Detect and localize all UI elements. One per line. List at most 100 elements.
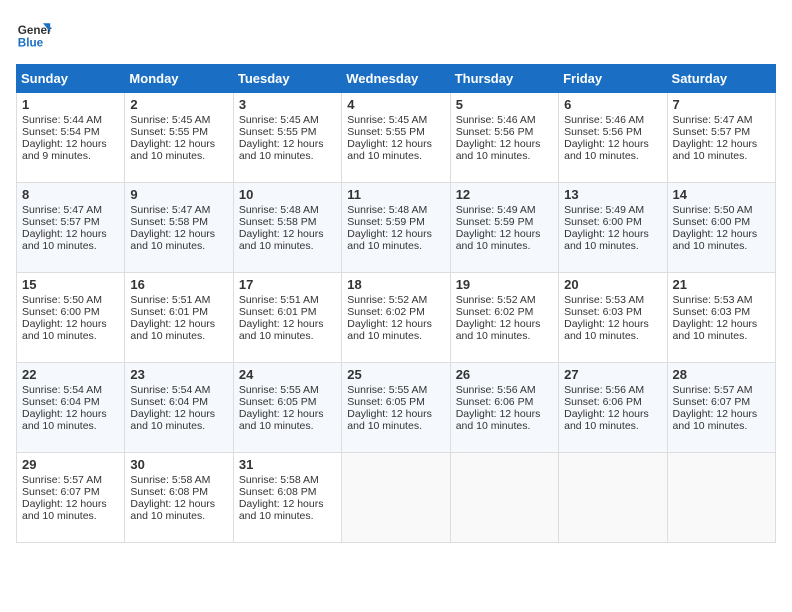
- calendar-week-4: 22Sunrise: 5:54 AMSunset: 6:04 PMDayligh…: [17, 363, 776, 453]
- sunrise: Sunrise: 5:56 AM: [456, 384, 536, 396]
- calendar-cell: 25Sunrise: 5:55 AMSunset: 6:05 PMDayligh…: [342, 363, 450, 453]
- sunset: Sunset: 6:06 PM: [564, 396, 642, 408]
- sunset: Sunset: 6:07 PM: [673, 396, 751, 408]
- calendar-cell: 16Sunrise: 5:51 AMSunset: 6:01 PMDayligh…: [125, 273, 233, 363]
- calendar-cell: 23Sunrise: 5:54 AMSunset: 6:04 PMDayligh…: [125, 363, 233, 453]
- calendar-cell: 20Sunrise: 5:53 AMSunset: 6:03 PMDayligh…: [559, 273, 667, 363]
- calendar-cell: 17Sunrise: 5:51 AMSunset: 6:01 PMDayligh…: [233, 273, 341, 363]
- daylight: Daylight: 12 hours and 10 minutes.: [564, 138, 649, 162]
- sunrise: Sunrise: 5:54 AM: [22, 384, 102, 396]
- day-number: 17: [239, 277, 336, 292]
- sunset: Sunset: 6:00 PM: [22, 306, 100, 318]
- daylight: Daylight: 12 hours and 10 minutes.: [347, 408, 432, 432]
- daylight: Daylight: 12 hours and 10 minutes.: [673, 318, 758, 342]
- sunset: Sunset: 6:05 PM: [239, 396, 317, 408]
- day-number: 31: [239, 457, 336, 472]
- calendar-week-5: 29Sunrise: 5:57 AMSunset: 6:07 PMDayligh…: [17, 453, 776, 543]
- page-header: General Blue: [16, 16, 776, 52]
- sunset: Sunset: 5:54 PM: [22, 126, 100, 138]
- calendar-cell: 6Sunrise: 5:46 AMSunset: 5:56 PMDaylight…: [559, 93, 667, 183]
- calendar-cell: 27 Sunrise: 5:56 AMSunset: 6:06 PMDayligh…: [559, 363, 667, 453]
- sunrise: Sunrise: 5:47 AM: [673, 114, 753, 126]
- sunrise: Sunrise: 5:55 AM: [347, 384, 427, 396]
- sunrise: Sunrise: 5:50 AM: [22, 294, 102, 306]
- day-number: 1: [22, 97, 119, 112]
- sunrise: Sunrise: 5:48 AM: [347, 204, 427, 216]
- sunrise: Sunrise: 5:45 AM: [239, 114, 319, 126]
- daylight: Daylight: 12 hours and 10 minutes.: [22, 498, 107, 522]
- daylight: Daylight: 12 hours and 10 minutes.: [456, 318, 541, 342]
- daylight: Daylight: 12 hours and 10 minutes.: [347, 228, 432, 252]
- sunrise: Sunrise: 5:49 AM: [456, 204, 536, 216]
- day-number: 27: [564, 367, 661, 382]
- calendar-week-3: 15 Sunrise: 5:50 AMSunset: 6:00 PM Dayligh…: [17, 273, 776, 363]
- day-number: 22: [22, 367, 119, 382]
- day-number: 28: [673, 367, 770, 382]
- day-number: 16: [130, 277, 227, 292]
- sunrise: Sunrise: 5:57 AM: [22, 474, 102, 486]
- daylight: Daylight: 12 hours and 10 minutes.: [22, 228, 107, 252]
- daylight: Daylight: 12 hours and 10 minutes.: [130, 498, 215, 522]
- daylight: Daylight: 12 hours and 10 minutes.: [456, 138, 541, 162]
- sunrise: Sunrise: 5:53 AM: [564, 294, 644, 306]
- sunset: Sunset: 5:59 PM: [347, 216, 425, 228]
- logo-icon: General Blue: [16, 16, 52, 52]
- sunset: Sunset: 5:59 PM: [456, 216, 534, 228]
- sunrise: Sunrise: 5:54 AM: [130, 384, 210, 396]
- day-number: 10: [239, 187, 336, 202]
- day-number: 26: [456, 367, 553, 382]
- calendar-cell: 21Sunrise: 5:53 AMSunset: 6:03 PMDayligh…: [667, 273, 775, 363]
- day-number: 13: [564, 187, 661, 202]
- day-number: 8: [22, 187, 119, 202]
- day-number: 7: [673, 97, 770, 112]
- col-header-saturday: Saturday: [667, 65, 775, 93]
- day-number: 29: [22, 457, 119, 472]
- daylight: Daylight: 12 hours and 10 minutes.: [564, 318, 649, 342]
- sunset: Sunset: 6:07 PM: [22, 486, 100, 498]
- daylight: Daylight: 12 hours and 10 minutes.: [22, 408, 107, 432]
- col-header-thursday: Thursday: [450, 65, 558, 93]
- day-number: 12: [456, 187, 553, 202]
- sunrise: Sunrise: 5:47 AM: [22, 204, 102, 216]
- calendar-cell: 13Sunrise: 5:49 AMSunset: 6:00 PMDayligh…: [559, 183, 667, 273]
- calendar-table: SundayMondayTuesdayWednesdayThursdayFrid…: [16, 64, 776, 543]
- sunset: Sunset: 5:57 PM: [673, 126, 751, 138]
- calendar-cell: 7Sunrise: 5:47 AMSunset: 5:57 PMDaylight…: [667, 93, 775, 183]
- day-number: 18: [347, 277, 444, 292]
- sunrise: Sunrise: 5:53 AM: [673, 294, 753, 306]
- calendar-cell: 4Sunrise: 5:45 AMSunset: 5:55 PMDaylight…: [342, 93, 450, 183]
- col-header-tuesday: Tuesday: [233, 65, 341, 93]
- calendar-cell: [667, 453, 775, 543]
- day-number: 24: [239, 367, 336, 382]
- sunrise: Sunrise: 5:51 AM: [130, 294, 210, 306]
- col-header-sunday: Sunday: [17, 65, 125, 93]
- daylight: Daylight: 12 hours and 10 minutes.: [347, 318, 432, 342]
- daylight: Daylight: 12 hours and 10 minutes.: [239, 228, 324, 252]
- sunset: Sunset: 6:01 PM: [239, 306, 317, 318]
- sunrise: Sunrise: 5:55 AM: [239, 384, 319, 396]
- sunset: Sunset: 5:56 PM: [564, 126, 642, 138]
- calendar-cell: 30Sunrise: 5:58 AMSunset: 6:08 PMDayligh…: [125, 453, 233, 543]
- col-header-wednesday: Wednesday: [342, 65, 450, 93]
- calendar-cell: 15Sunrise: 5:50 AMSunset: 6:00 PMDayligh…: [17, 273, 125, 363]
- day-number: 4: [347, 97, 444, 112]
- calendar-cell: 14Sunrise: 5:50 AMSunset: 6:00 PMDayligh…: [667, 183, 775, 273]
- calendar-cell: 3Sunrise: 5:45 AMSunset: 5:55 PMDaylight…: [233, 93, 341, 183]
- sunrise: Sunrise: 5:56 AM: [564, 384, 644, 396]
- day-number: 15: [22, 277, 119, 292]
- calendar-cell: 19Sunrise: 5:52 AMSunset: 6:02 PMDayligh…: [450, 273, 558, 363]
- sunrise: Sunrise: 5:45 AM: [347, 114, 427, 126]
- calendar-cell: [342, 453, 450, 543]
- day-number: 14: [673, 187, 770, 202]
- svg-text:Blue: Blue: [18, 37, 44, 50]
- day-number: 20: [564, 277, 661, 292]
- day-number: 9: [130, 187, 227, 202]
- sunset: Sunset: 6:05 PM: [347, 396, 425, 408]
- sunset: Sunset: 6:08 PM: [130, 486, 208, 498]
- daylight: Daylight: 12 hours and 10 minutes.: [130, 138, 215, 162]
- sunset: Sunset: 6:04 PM: [22, 396, 100, 408]
- sunset: Sunset: 6:00 PM: [673, 216, 751, 228]
- day-number: 5: [456, 97, 553, 112]
- daylight: Daylight: 12 hours and 10 minutes.: [564, 408, 649, 432]
- daylight: Daylight: 12 hours and 10 minutes.: [239, 138, 324, 162]
